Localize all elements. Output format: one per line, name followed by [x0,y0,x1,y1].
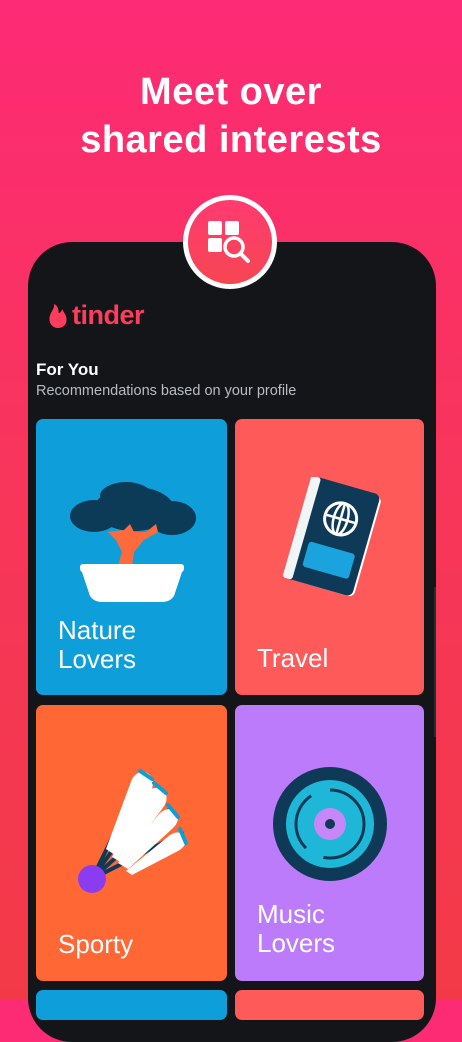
headline-line-2: shared interests [80,119,382,161]
card-label: Travel [257,643,329,673]
tinder-logo: tinder [48,300,145,331]
headline: Meet over shared interests [0,68,462,164]
card-label: Music Lovers [257,899,336,958]
scroll-indicator [434,587,436,737]
section-title: For You [36,360,99,379]
bonsai-icon [70,482,196,602]
headline-line-1: Meet over [140,71,322,113]
card-label: Sporty [58,929,134,959]
card-next-left[interactable] [36,990,227,1020]
passport-icon [283,477,381,597]
flame-icon [49,303,67,328]
card-sporty[interactable]: Sporty [36,705,227,981]
card-nature-lovers[interactable]: Nature Lovers [36,419,227,695]
logo-text: tinder [72,300,145,330]
card-travel[interactable]: Travel [235,419,424,695]
section-subtitle: Recommendations based on your profile [36,383,297,399]
card-label: Nature Lovers [58,615,137,674]
vinyl-record-icon [273,767,387,881]
shuttlecock-icon [78,769,188,893]
explore-search-icon [208,221,250,263]
card-next-right[interactable] [235,990,424,1020]
card-music-lovers[interactable]: Music Lovers [235,705,424,981]
explore-badge [183,195,277,289]
